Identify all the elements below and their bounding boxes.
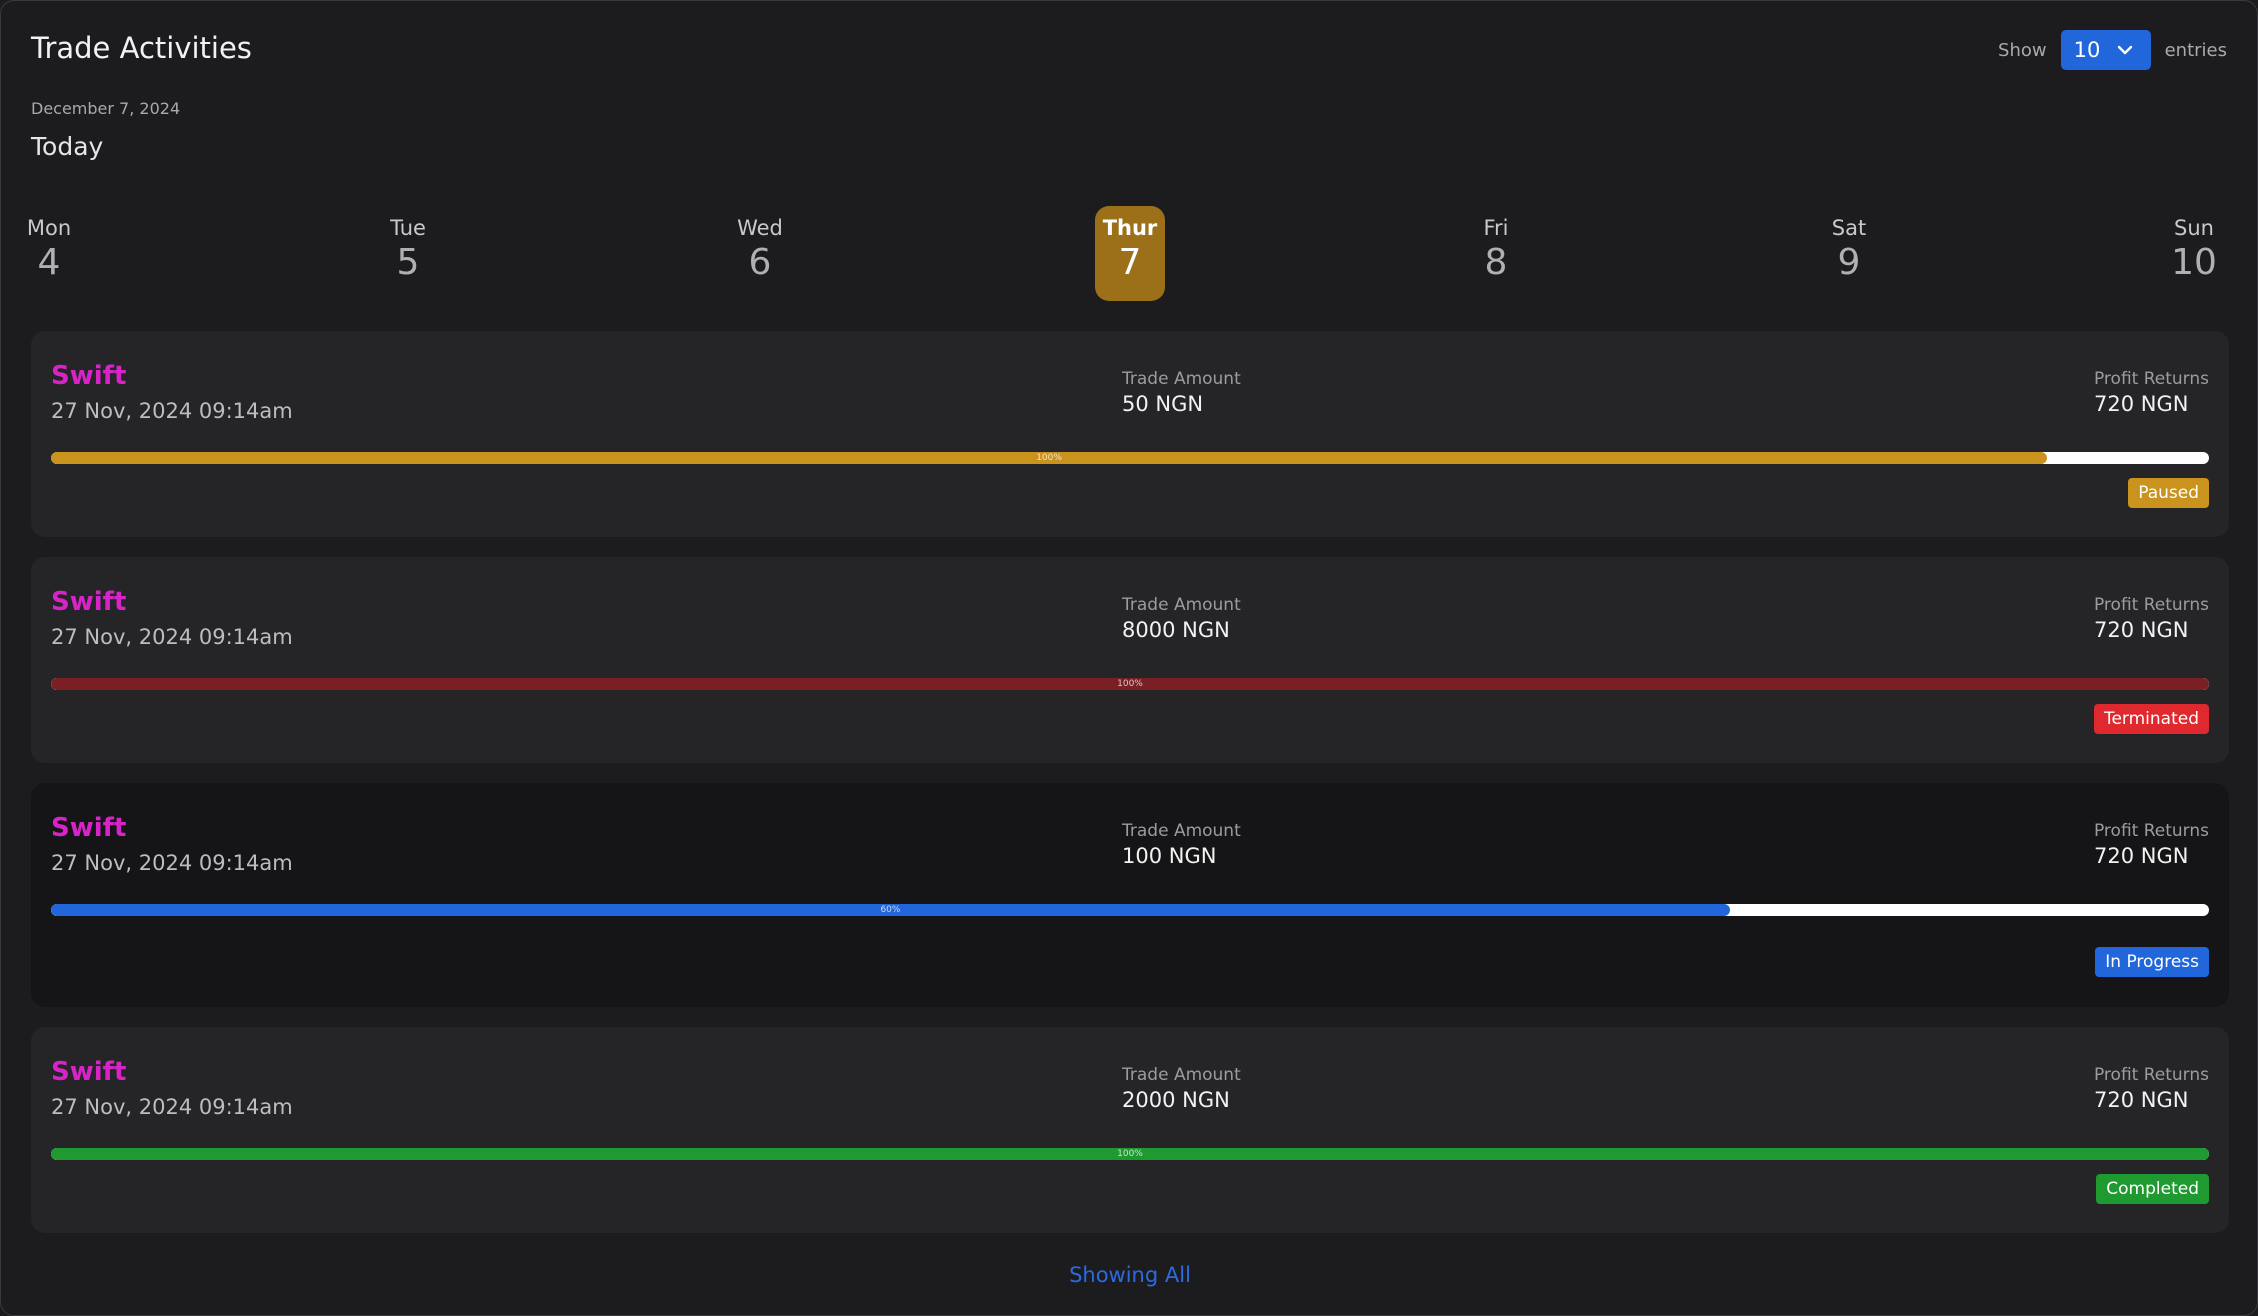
profit-returns-label: Profit Returns (2093, 1065, 2209, 1085)
trade-amount-value: 8000 NGN (1122, 618, 1230, 642)
day-number: 9 (1837, 242, 1861, 283)
profit-returns: Profit Returns 720 NGN (2094, 1065, 2209, 1112)
day-number: 8 (1484, 242, 1508, 283)
trade-amount: Trade Amount 100 NGN (1122, 821, 1241, 868)
trade-amount-value: 100 NGN (1122, 844, 1217, 868)
trade-amount: Trade Amount 2000 NGN (1122, 1065, 1241, 1112)
trade-amount: Trade Amount 8000 NGN (1122, 595, 1241, 642)
trade-card[interactable]: Swift 27 Nov, 2024 09:14am Trade Amount … (31, 557, 2229, 763)
day-number: 7 (1118, 242, 1142, 283)
progress-bar: 100% (51, 1148, 2209, 1160)
trade-amount-label: Trade Amount (1122, 1065, 1241, 1085)
trade-name: Swift (51, 1057, 127, 1087)
profit-returns-label: Profit Returns (2093, 821, 2209, 841)
day-number: 5 (396, 242, 420, 283)
day-name: Sat (1831, 216, 1867, 240)
profit-returns-value: 720 NGN (2093, 1088, 2189, 1112)
entries-label: entries (2164, 39, 2227, 61)
status-badge: Terminated (2093, 704, 2209, 734)
trade-name: Swift (51, 361, 127, 391)
day-name: Thur (1102, 216, 1158, 240)
entries-select[interactable]: 10 (2060, 30, 2151, 70)
day-tue[interactable]: Tue 5 (373, 206, 443, 301)
progress-text: 60% (880, 905, 901, 915)
trade-amount-value: 2000 NGN (1122, 1088, 1230, 1112)
trade-timestamp: 27 Nov, 2024 09:14am (51, 851, 293, 875)
status-badge: Completed (2096, 1174, 2209, 1204)
entries-select-value: 10 (2073, 38, 2101, 62)
trade-name: Swift (51, 587, 127, 617)
day-thur[interactable]: Thur 7 (1095, 206, 1165, 301)
progress-bar: 100% (51, 678, 2209, 690)
trade-name: Swift (51, 813, 127, 843)
day-sun[interactable]: Sun 10 (2159, 206, 2229, 301)
show-label: Show (1998, 39, 2047, 61)
day-mon[interactable]: Mon 4 (14, 206, 84, 301)
trade-activities-panel: Trade Activities Show 10 entries Decembe… (0, 0, 2258, 1316)
progress-text: 100% (1117, 1149, 1143, 1159)
chevron-down-icon (2117, 45, 2132, 55)
trade-timestamp: 27 Nov, 2024 09:14am (51, 399, 293, 423)
profit-returns: Profit Returns 720 NGN (2094, 595, 2209, 642)
trade-amount-label: Trade Amount (1122, 369, 1241, 389)
day-number: 6 (748, 242, 772, 283)
profit-returns: Profit Returns 720 NGN (2094, 821, 2209, 868)
progress-text: 100% (1117, 679, 1143, 689)
trade-amount: Trade Amount 50 NGN (1122, 369, 1241, 416)
page-title: Trade Activities (31, 31, 252, 65)
profit-returns-value: 720 NGN (2093, 844, 2189, 868)
trade-amount-label: Trade Amount (1122, 595, 1241, 615)
day-name: Fri (1483, 216, 1509, 240)
progress-text: 100% (1036, 453, 1062, 463)
entries-control: Show 10 entries (1998, 30, 2227, 70)
status-badge: In Progress (2095, 947, 2209, 977)
today-label: Today (31, 132, 104, 161)
profit-returns: Profit Returns 720 NGN (2094, 369, 2209, 416)
profit-returns-value: 720 NGN (2093, 392, 2189, 416)
progress-bar: 60% (51, 904, 2209, 916)
showing-all-link[interactable]: Showing All (1, 1263, 2258, 1287)
trade-amount-label: Trade Amount (1122, 821, 1241, 841)
day-sat[interactable]: Sat 9 (1814, 206, 1884, 301)
trade-timestamp: 27 Nov, 2024 09:14am (51, 1095, 293, 1119)
profit-returns-label: Profit Returns (2093, 369, 2209, 389)
trade-amount-value: 50 NGN (1122, 392, 1204, 416)
trade-timestamp: 27 Nov, 2024 09:14am (51, 625, 293, 649)
day-name: Tue (390, 216, 426, 240)
trade-card[interactable]: Swift 27 Nov, 2024 09:14am Trade Amount … (31, 1027, 2229, 1233)
day-number: 4 (37, 242, 61, 283)
day-name: Mon (26, 216, 72, 240)
day-name: Sun (2174, 216, 2214, 240)
day-number: 10 (2171, 242, 2217, 283)
status-badge: Paused (2128, 478, 2209, 508)
trade-card[interactable]: Swift 27 Nov, 2024 09:14am Trade Amount … (31, 331, 2229, 537)
progress-bar: 100% (51, 452, 2209, 464)
trade-card[interactable]: Swift 27 Nov, 2024 09:14am Trade Amount … (31, 783, 2229, 1007)
week-day-selector: Mon 4 Tue 5 Wed 6 Thur 7 Fri 8 Sat 9 Sun… (27, 206, 2229, 301)
current-date: December 7, 2024 (31, 99, 181, 118)
profit-returns-label: Profit Returns (2093, 595, 2209, 615)
day-fri[interactable]: Fri 8 (1461, 206, 1531, 301)
day-name: Wed (737, 216, 783, 240)
day-wed[interactable]: Wed 6 (725, 206, 795, 301)
profit-returns-value: 720 NGN (2093, 618, 2189, 642)
